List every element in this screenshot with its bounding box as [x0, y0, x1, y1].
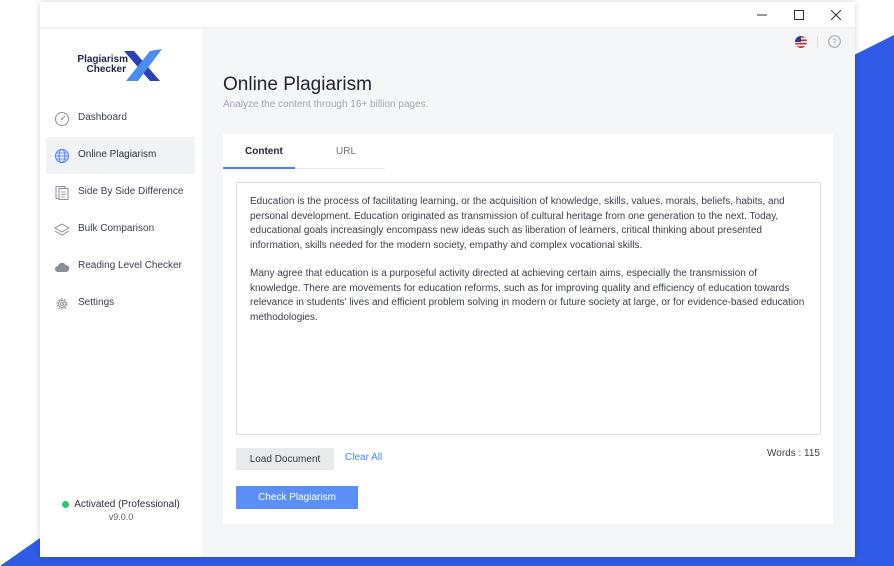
- divider: [817, 35, 818, 48]
- content-card: Content URL Education is the process of …: [223, 134, 833, 524]
- content-paragraph: Many agree that education is a purposefu…: [250, 268, 805, 323]
- minimize-icon: [757, 14, 767, 16]
- help-icon[interactable]: ?: [828, 35, 841, 48]
- status-line: Activated (Professional): [40, 499, 202, 510]
- active-tab-indicator: [223, 167, 295, 169]
- maximize-button[interactable]: [780, 2, 818, 28]
- app-window: Plagiarism Checker Dashboard Online Plag…: [40, 2, 855, 557]
- logo-x-mark: [124, 49, 162, 81]
- tab-content[interactable]: Content: [245, 146, 283, 157]
- sidebar-item-label: Side By Side Difference: [78, 186, 184, 197]
- tab-bar: Content URL: [223, 134, 385, 169]
- minimize-button[interactable]: [743, 2, 781, 28]
- gauge-icon: [55, 112, 69, 126]
- screen: Plagiarism Checker Dashboard Online Plag…: [0, 0, 894, 566]
- page-title: Online Plagiarism: [223, 74, 372, 95]
- page-subtitle: Analyze the content through 16+ billion …: [223, 99, 429, 110]
- status-text: Activated (Professional): [74, 499, 180, 510]
- sidebar-item-reading-level[interactable]: Reading Level Checker: [46, 248, 195, 285]
- maximize-icon: [794, 10, 804, 20]
- globe-icon: [55, 149, 69, 163]
- clear-all-link[interactable]: Clear All: [345, 452, 382, 463]
- title-bar: [40, 2, 855, 28]
- check-plagiarism-button[interactable]: Check Plagiarism: [236, 486, 358, 509]
- status-dot: [62, 501, 70, 508]
- word-count: Words : 115: [767, 448, 820, 459]
- sidebar-nav: Dashboard Online Plagiarism Side By Side…: [46, 100, 195, 322]
- cloud-icon: [55, 262, 70, 272]
- app-version: v9.0.0: [108, 512, 134, 522]
- sidebar-item-label: Reading Level Checker: [78, 260, 182, 271]
- app-logo: Plagiarism Checker: [76, 49, 168, 83]
- content-textarea[interactable]: Education is the process of facilitating…: [236, 182, 821, 435]
- close-button[interactable]: [817, 2, 855, 28]
- us-flag-icon[interactable]: [795, 35, 807, 48]
- sidebar-item-bulk-comparison[interactable]: Bulk Comparison: [46, 211, 195, 248]
- sidebar-item-label: Settings: [78, 297, 115, 308]
- sidebar-item-side-by-side[interactable]: Side By Side Difference: [46, 174, 195, 211]
- close-icon: [831, 10, 841, 20]
- sidebar-item-online-plagiarism[interactable]: Online Plagiarism: [46, 137, 195, 174]
- svg-text:?: ?: [832, 37, 837, 46]
- sidebar-item-settings[interactable]: Settings: [46, 285, 195, 322]
- gear-icon: [56, 298, 68, 310]
- sidebar-item-label: Online Plagiarism: [78, 149, 157, 160]
- content-paragraph: Education is the process of facilitating…: [250, 196, 785, 251]
- load-document-button[interactable]: Load Document: [236, 448, 334, 470]
- sidebar-item-label: Bulk Comparison: [78, 223, 155, 234]
- sidebar-item-label: Dashboard: [78, 112, 127, 123]
- license-status: Activated (Professional) v9.0.0: [40, 499, 202, 522]
- layers-icon: [54, 223, 70, 236]
- document-compare-icon: [55, 186, 69, 200]
- sidebar: Plagiarism Checker Dashboard Online Plag…: [40, 29, 202, 557]
- tab-url[interactable]: URL: [336, 146, 356, 157]
- topbar-icons: ?: [795, 35, 841, 48]
- sidebar-item-dashboard[interactable]: Dashboard: [46, 100, 195, 137]
